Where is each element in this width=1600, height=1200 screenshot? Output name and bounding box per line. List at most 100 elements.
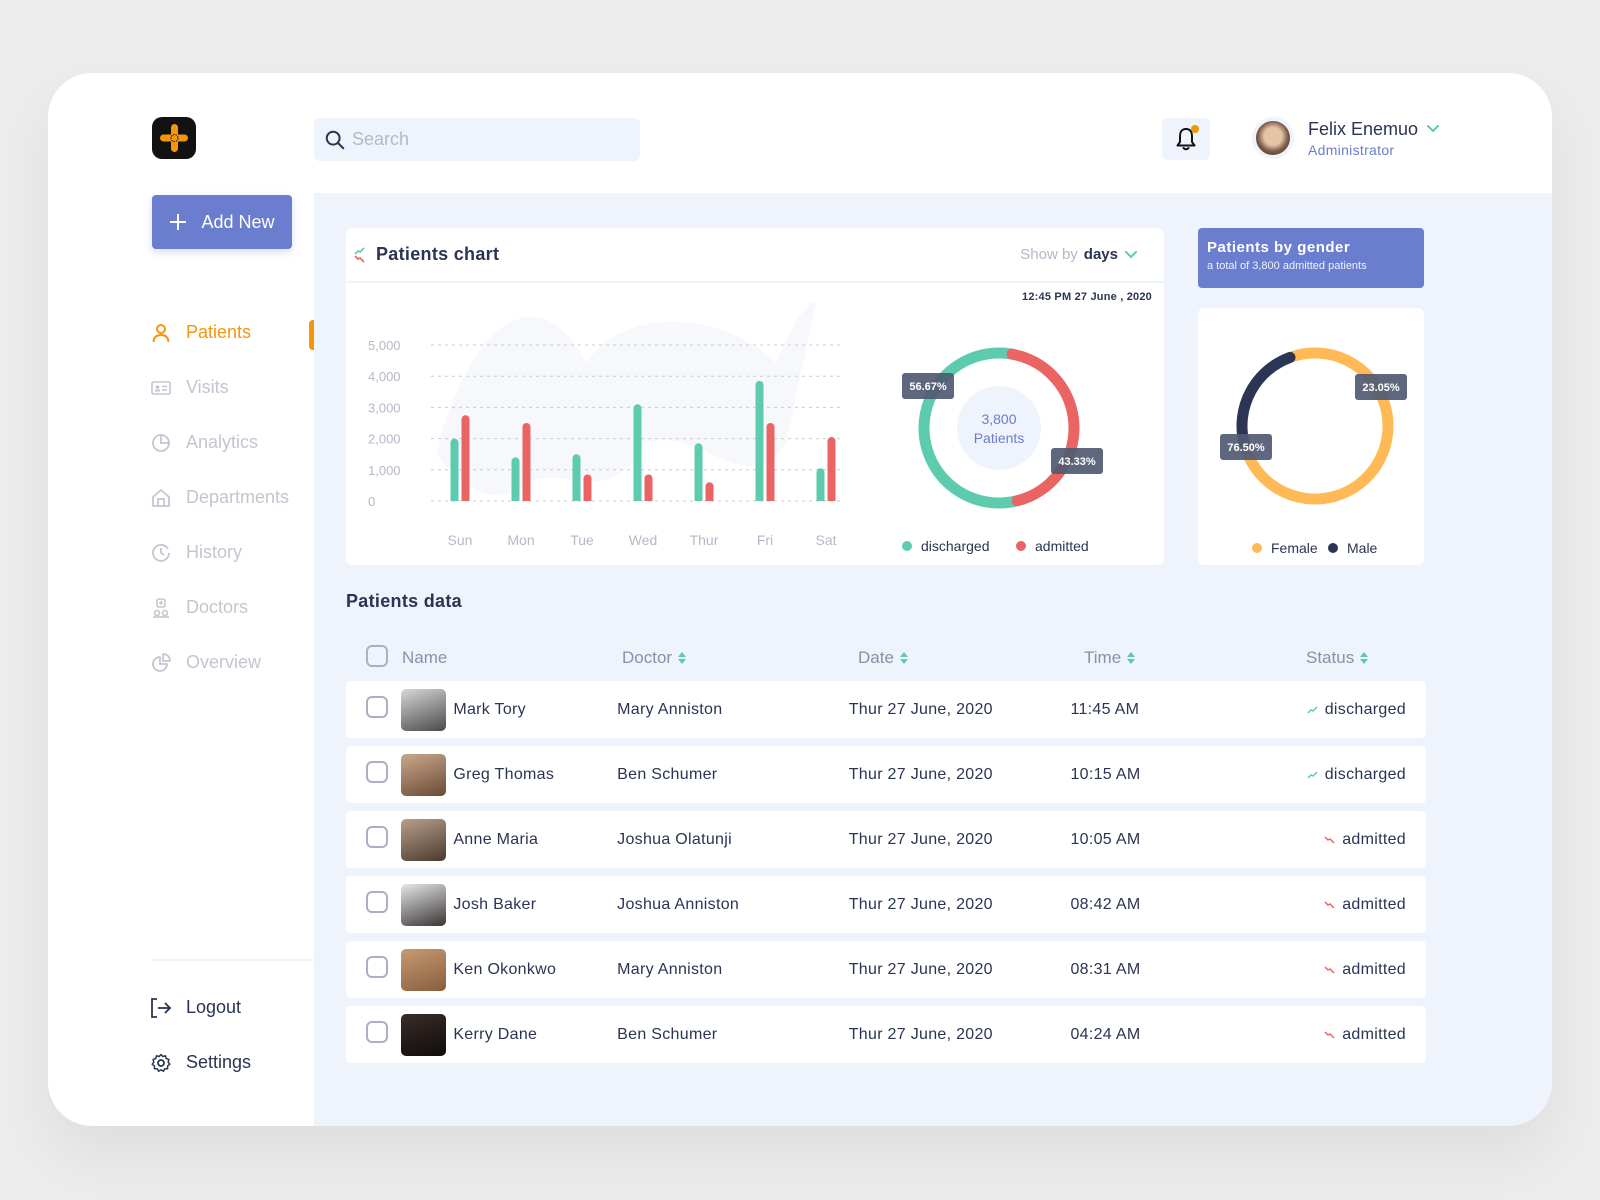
logout-label: Logout [186, 997, 242, 1017]
bar-admitted-mon[interactable] [522, 423, 531, 501]
app-window: Felix Enemuo Administrator Add New Patie… [48, 73, 1552, 1126]
legend-dot-discharged [902, 541, 912, 551]
overview-pie-icon [150, 652, 172, 674]
select-all-checkbox[interactable] [366, 644, 388, 667]
visit-time: 10:15 AM [1070, 765, 1141, 783]
gender-donut-chart: 76.50% 23.05% Female Male [1220, 347, 1407, 556]
bar-discharged-wed[interactable] [633, 404, 642, 501]
sort-icon[interactable] [1359, 651, 1369, 665]
table-row[interactable]: Josh Baker Joshua Anniston Thur 27 June,… [346, 876, 1426, 933]
sidebar-item-label: Analytics [186, 432, 259, 452]
donut-label-discharged: 56.67% [902, 373, 954, 399]
gender-header-card: Patients by gender a total of 3,800 admi… [1198, 228, 1424, 288]
doctor-icon [150, 597, 172, 619]
patient-avatar [401, 688, 447, 731]
sidebar-item-doctors[interactable]: Doctors [150, 580, 314, 635]
y-tick-label: 2,000 [368, 432, 401, 447]
sort-icon[interactable] [677, 651, 687, 665]
bar-base [816, 497, 825, 501]
bar-discharged-tue[interactable] [572, 454, 581, 501]
status-text: admitted [1342, 895, 1406, 913]
column-header-status[interactable]: Status [1306, 648, 1426, 668]
table-row[interactable]: Greg Thomas Ben Schumer Thur 27 June, 20… [346, 746, 1426, 803]
sidebar-item-departments[interactable]: Departments [150, 470, 314, 525]
sort-icon[interactable] [1126, 651, 1136, 665]
column-header-name[interactable]: Name [402, 648, 622, 668]
logout-button[interactable]: Logout [150, 980, 251, 1035]
user-menu[interactable]: Felix Enemuo Administrator [1252, 117, 1440, 159]
y-tick-label: 3,000 [368, 400, 401, 415]
legend-dot-admitted [1016, 541, 1026, 551]
donut-legend: discharged admitted [902, 538, 1089, 554]
patient-name: Greg Thomas [453, 765, 555, 783]
column-header-date[interactable]: Date [858, 648, 1084, 668]
bar-admitted-sat[interactable] [827, 437, 836, 501]
status-badge: admitted [1288, 961, 1406, 979]
status-badge: discharged [1288, 766, 1406, 784]
patient-avatar [401, 883, 447, 926]
chevron-down-icon[interactable] [1426, 124, 1440, 134]
row-checkbox[interactable] [366, 826, 388, 848]
sidebar-item-overview[interactable]: Overview [150, 635, 314, 690]
sidebar-item-analytics[interactable]: Analytics [150, 415, 314, 470]
row-checkbox[interactable] [366, 891, 388, 913]
home-icon [150, 487, 172, 509]
app-logo[interactable] [152, 117, 196, 159]
status-text: discharged [1324, 700, 1406, 718]
sidebar-item-visits[interactable]: Visits [150, 360, 314, 415]
column-header-time[interactable]: Time [1084, 648, 1306, 668]
status-text: admitted [1342, 1025, 1406, 1043]
bar-base [705, 497, 714, 501]
search-icon [325, 130, 345, 149]
bar-chart: 0 1,000 2,000 3,000 4,000 5,000 Sun Mon Tue Wed T… [368, 302, 841, 548]
status-badge: admitted [1288, 831, 1406, 849]
show-by-dropdown[interactable]: Show by days [1020, 246, 1138, 263]
user-role: Administrator [1308, 141, 1395, 158]
row-checkbox[interactable] [366, 956, 388, 978]
patient-name: Josh Baker [453, 895, 537, 913]
column-label: Status [1306, 648, 1355, 667]
bar-admitted-sun[interactable] [461, 415, 470, 501]
table-row[interactable]: Ken Okonkwo Mary Anniston Thur 27 June, … [346, 941, 1426, 998]
bar-base [572, 497, 581, 501]
visit-time: 08:31 AM [1070, 960, 1141, 978]
table-row[interactable]: Kerry Dane Ben Schumer Thur 27 June, 202… [346, 1006, 1426, 1063]
y-tick-label: 5,000 [368, 338, 401, 353]
user-icon [150, 322, 172, 344]
table-row[interactable]: Mark Tory Mary Anniston Thur 27 June, 20… [346, 681, 1426, 738]
gender-legend: Female Male [1252, 540, 1378, 556]
donut-slice-male[interactable] [1236, 351, 1296, 449]
x-tick-label: Wed [629, 532, 658, 548]
row-checkbox[interactable] [366, 1021, 388, 1043]
doctor-name: Joshua Anniston [617, 895, 740, 913]
legend-label-male: Male [1347, 540, 1378, 556]
column-header-doctor[interactable]: Doctor [622, 648, 858, 668]
trend-up-icon [1307, 705, 1318, 714]
row-checkbox[interactable] [366, 761, 388, 783]
settings-button[interactable]: Settings [150, 1035, 251, 1090]
bar-discharged-sat[interactable] [816, 468, 825, 501]
x-tick-label: Sun [448, 532, 473, 548]
trend-down-icon [1324, 835, 1335, 844]
sort-icon[interactable] [899, 651, 909, 665]
bar-discharged-fri[interactable] [755, 380, 764, 501]
bar-discharged-sun[interactable] [450, 438, 459, 501]
bar-base [827, 497, 836, 501]
search-bar[interactable] [314, 118, 640, 161]
notifications-button[interactable] [1162, 118, 1210, 160]
patients-table-body: Mark Tory Mary Anniston Thur 27 June, 20… [346, 681, 1426, 1071]
add-new-button[interactable]: Add New [152, 195, 292, 249]
donut-label-male: 23.05% [1355, 374, 1407, 400]
gender-subtitle: a total of 3,800 admitted patients [1207, 260, 1367, 272]
bar-discharged-mon[interactable] [511, 457, 520, 501]
table-row[interactable]: Anne Maria Joshua Olatunji Thur 27 June,… [346, 811, 1426, 868]
user-avatar [1252, 117, 1294, 159]
sidebar-item-patients[interactable]: Patients [150, 305, 314, 360]
sidebar-item-history[interactable]: History [150, 525, 314, 580]
status-text: admitted [1342, 960, 1406, 978]
bar-admitted-fri[interactable] [766, 423, 775, 501]
search-input[interactable] [352, 129, 622, 150]
bar-discharged-thur[interactable] [694, 443, 703, 501]
row-checkbox[interactable] [366, 696, 388, 718]
bar-base [755, 497, 764, 501]
